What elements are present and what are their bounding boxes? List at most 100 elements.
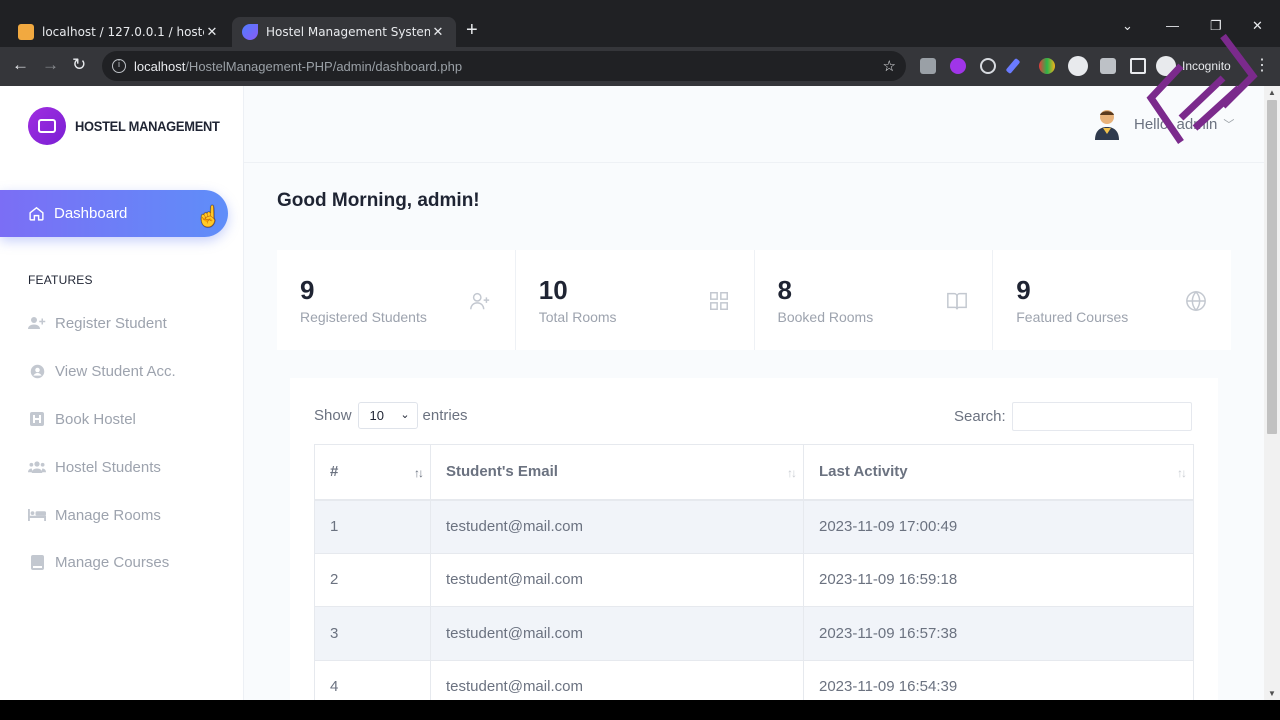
home-icon <box>29 206 44 221</box>
sidebar-item-label: Manage Rooms <box>55 506 161 524</box>
table-row: 1 testudent@mail.com 2023-11-09 17:00:49 <box>314 499 1194 554</box>
phpmyadmin-favicon-icon <box>18 24 34 40</box>
color-picker-icon[interactable] <box>1005 57 1021 75</box>
scroll-down-icon[interactable]: ▼ <box>1268 689 1276 698</box>
stat-value: 10 <box>538 275 568 305</box>
stat-label: Booked Rooms <box>777 309 874 325</box>
sidebar-item-label: Hostel Students <box>55 458 161 476</box>
book-open-icon <box>947 292 968 310</box>
show-label: Show <box>314 407 352 424</box>
column-label: # <box>330 463 339 481</box>
user-plus-icon <box>28 315 46 331</box>
activity-table: # ↑↓ Student's Email ↑↓ Last Activity ↑↓… <box>314 444 1194 714</box>
sidebar-item-dashboard[interactable]: Dashboard <box>0 190 228 237</box>
sidebar-item-label: Dashboard <box>54 205 128 222</box>
extension-purple-icon[interactable] <box>950 58 966 74</box>
cell-number: 2 <box>314 553 431 607</box>
react-devtools-icon[interactable] <box>980 58 996 74</box>
reload-icon[interactable]: ↻ <box>72 55 86 75</box>
stat-value: 9 <box>300 275 315 305</box>
entries-label: entries <box>422 407 468 424</box>
forward-arrow-icon[interactable]: → <box>42 55 59 75</box>
stat-card-total-rooms: 10 Total Rooms <box>515 250 755 350</box>
tab-title: localhost / 127.0.0.1 / hostelmsphp <box>42 25 204 39</box>
grid-icon <box>709 292 728 310</box>
column-header-last-activity[interactable]: Last Activity ↑↓ <box>803 444 1194 501</box>
table-search: Search: <box>954 402 1192 431</box>
table-header-row: # ↑↓ Student's Email ↑↓ Last Activity ↑↓ <box>314 444 1194 501</box>
sidebar-item-label: Register Student <box>55 314 167 332</box>
cell-activity: 2023-11-09 17:00:49 <box>803 499 1194 554</box>
stat-label: Featured Courses <box>1016 309 1129 325</box>
column-header-number[interactable]: # ↑↓ <box>314 444 431 501</box>
cell-number: 3 <box>314 606 431 661</box>
stat-label: Total Rooms <box>538 309 617 325</box>
sidebar-item-manage-rooms[interactable]: Manage Rooms <box>28 504 161 526</box>
entries-select[interactable]: 10 ⌄ <box>357 402 418 429</box>
site-info-icon[interactable]: i <box>112 59 126 73</box>
top-bar: Hello, admin ﹀ <box>244 86 1264 163</box>
scroll-up-icon[interactable]: ▲ <box>1268 88 1276 97</box>
address-bar[interactable]: i localhost/HostelManagement-PHP/admin/d… <box>102 51 906 81</box>
extension-multicolor-icon[interactable] <box>1039 58 1055 74</box>
sidebar-item-book-hostel[interactable]: Book Hostel <box>28 408 136 430</box>
sidebar-item-label: Manage Courses <box>55 553 170 571</box>
bed-icon <box>28 507 46 523</box>
chevron-down-icon: ⌄ <box>400 409 410 421</box>
stats-row: 9 Registered Students 10 Total Rooms 8 B… <box>277 250 1231 350</box>
brand[interactable]: HOSTEL MANAGEMENT <box>28 107 232 145</box>
features-section-title: FEATURES <box>28 273 93 287</box>
new-tab-button[interactable]: + <box>466 19 478 42</box>
cell-activity: 2023-11-09 16:59:18 <box>803 553 1194 607</box>
brand-name: HOSTEL MANAGEMENT <box>75 118 220 134</box>
sidebar-item-manage-courses[interactable]: Manage Courses <box>28 551 169 573</box>
tab-hostel-management[interactable]: Hostel Management System ✕ <box>232 17 456 47</box>
sidebar-item-view-student-acc[interactable]: View Student Acc. <box>28 360 176 382</box>
globe-icon <box>1186 290 1206 312</box>
page-scrollbar[interactable]: ▲ ▼ <box>1264 86 1280 700</box>
url-host: localhost <box>134 58 186 74</box>
close-tab-icon[interactable]: ✕ <box>430 25 446 40</box>
hostel-favicon-icon <box>242 24 258 40</box>
tab-title: Hostel Management System <box>266 25 430 39</box>
extensions-puzzle-icon[interactable] <box>1100 58 1116 74</box>
sort-asc-icon: ↑↓ <box>414 466 424 480</box>
close-tab-icon[interactable]: ✕ <box>204 25 220 40</box>
cell-email: testudent@mail.com <box>430 606 804 661</box>
hostel-icon <box>28 411 46 427</box>
tab-phpmyadmin[interactable]: localhost / 127.0.0.1 / hostelmsphp ✕ <box>8 17 230 47</box>
hand-cursor-icon: ☝ <box>196 206 221 228</box>
sidebar: HOSTEL MANAGEMENT Dashboard ☝ FEATURES R… <box>0 86 244 700</box>
stat-value: 8 <box>777 275 792 305</box>
camera-extension-icon[interactable] <box>920 58 936 74</box>
sidebar-item-hostel-students[interactable]: Hostel Students <box>28 456 161 478</box>
cell-number: 1 <box>314 499 431 554</box>
search-label: Search: <box>954 408 1006 425</box>
column-label: Last Activity <box>819 463 908 481</box>
bookmark-star-icon[interactable]: ☆ <box>883 57 896 75</box>
cell-activity: 2023-11-09 16:57:38 <box>803 606 1194 661</box>
search-input[interactable] <box>1011 402 1192 431</box>
sort-icon: ↑↓ <box>787 466 797 480</box>
back-arrow-icon[interactable]: ← <box>12 55 29 75</box>
user-avatar-icon <box>1095 110 1119 140</box>
browser-chrome: localhost / 127.0.0.1 / hostelmsphp ✕ Ho… <box>0 0 1280 86</box>
tab-search-icon[interactable]: ⌄ <box>1122 18 1133 34</box>
sidebar-item-label: Book Hostel <box>55 410 136 428</box>
screen-bottom-edge <box>0 700 1280 720</box>
activity-table-card: Show 10 ⌄ entries Search: # ↑↓ Student's… <box>290 378 1218 714</box>
sort-icon: ↑↓ <box>1177 466 1187 480</box>
users-icon <box>28 459 46 475</box>
cell-email: testudent@mail.com <box>430 553 804 607</box>
extension-circle-icon[interactable] <box>1068 56 1088 76</box>
column-header-email[interactable]: Student's Email ↑↓ <box>430 444 804 501</box>
sidebar-item-register-student[interactable]: Register Student <box>28 312 167 334</box>
page-greeting: Good Morning, admin! <box>277 190 480 211</box>
entries-value: 10 <box>369 408 384 423</box>
scrollbar-thumb[interactable] <box>1267 100 1277 434</box>
stat-value: 9 <box>1016 275 1031 305</box>
sidebar-item-label: View Student Acc. <box>55 362 176 380</box>
column-label: Student's Email <box>446 463 558 481</box>
book-icon <box>28 554 46 570</box>
tab-strip: localhost / 127.0.0.1 / hostelmsphp ✕ Ho… <box>0 17 1280 47</box>
